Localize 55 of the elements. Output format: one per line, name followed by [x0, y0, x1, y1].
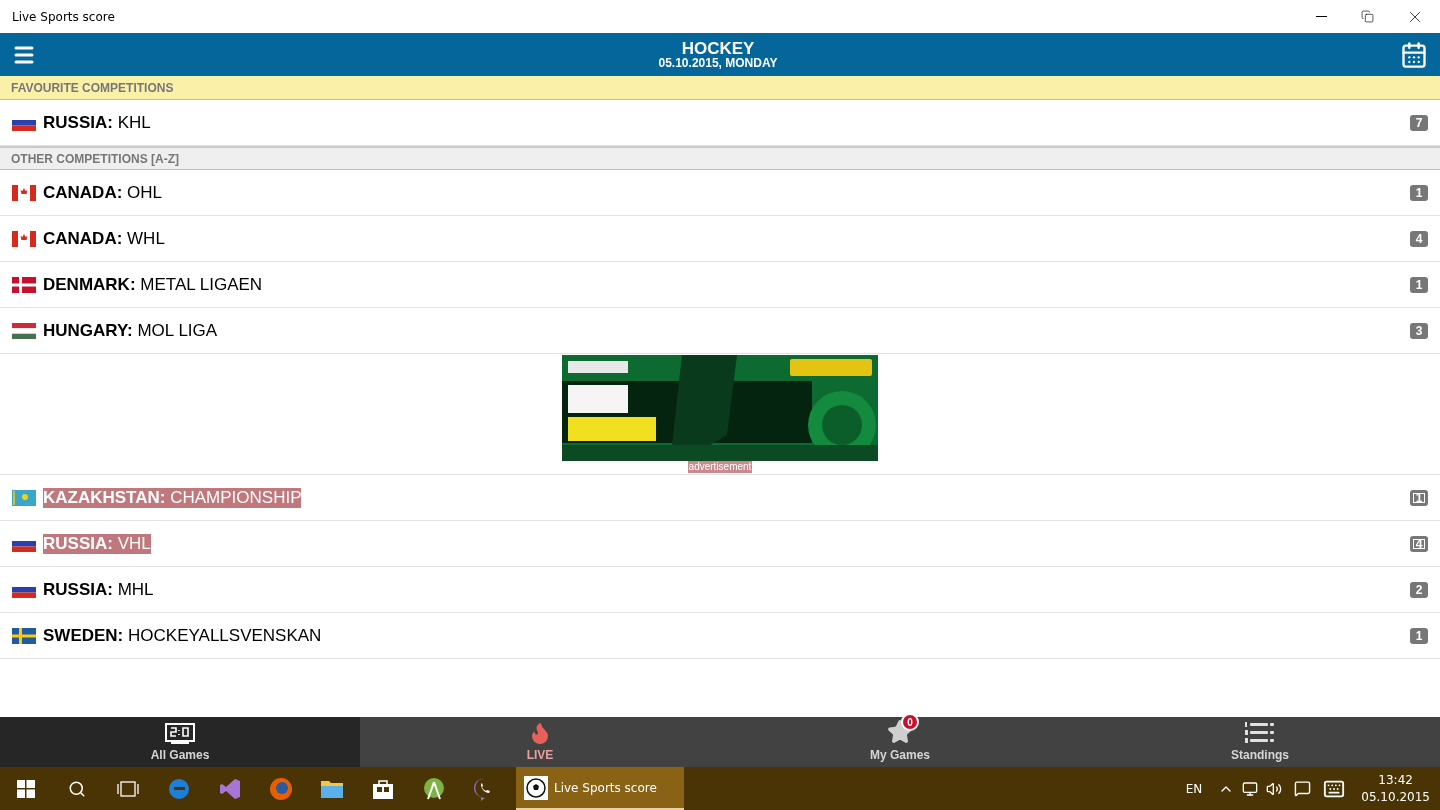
match-count: 7 — [1410, 114, 1428, 131]
language-indicator[interactable]: EN — [1185, 779, 1203, 798]
clock[interactable]: 13:42 05.10.2015 — [1361, 771, 1430, 806]
network-icon[interactable] — [1242, 780, 1259, 797]
windows-icon — [16, 779, 35, 798]
search-icon — [67, 779, 86, 798]
flag-icon — [12, 276, 36, 293]
flag-icon — [12, 489, 36, 506]
competition-name: RUSSIA: KHL — [43, 112, 151, 133]
taskbar-app-button[interactable]: Live Sports score — [516, 767, 684, 810]
calendar-button[interactable] — [1400, 40, 1428, 69]
standings-icon — [1245, 721, 1275, 745]
shopping-bag-icon — [371, 777, 394, 800]
infinity-icon — [217, 776, 242, 801]
advertisement-label: advertisement — [687, 461, 753, 473]
window-title: Live Sports score — [12, 8, 115, 26]
match-count: 2 — [1410, 581, 1428, 598]
competition-name: CANADA: WHL — [43, 228, 165, 249]
match-count: 4 — [1410, 230, 1428, 247]
competition-name: HUNGARY: MOL LIGA — [43, 320, 218, 341]
section-header: OTHER COMPETITIONS [A-Z] — [0, 146, 1440, 170]
task-view-icon — [116, 780, 139, 797]
count-badge: 0 — [901, 713, 919, 731]
bottom-tab[interactable]: LIVE — [360, 717, 720, 767]
competition-name: RUSSIA: VHL — [43, 533, 151, 554]
match-count: 1 — [1410, 184, 1428, 201]
competition-name: DENMARK: METAL LIGAEN — [43, 274, 263, 295]
volume-icon[interactable] — [1266, 780, 1283, 797]
header-date: 05.10.2015, MONDAY — [658, 57, 778, 69]
flag-icon — [12, 230, 36, 247]
bottom-tab[interactable]: All Games — [0, 717, 360, 767]
match-count: 1 — [1410, 627, 1428, 644]
bottom-tab[interactable]: Standings — [1080, 717, 1440, 767]
compass-icon — [421, 776, 446, 801]
minimize-icon — [1315, 16, 1327, 17]
section-header: FAVOURITE COMPETITIONS — [0, 76, 1440, 100]
flag-icon — [12, 627, 36, 644]
competition-name: CANADA: OHL — [43, 182, 163, 203]
competition-name: RUSSIA: MHL — [43, 579, 154, 600]
flag-icon — [12, 184, 36, 201]
bottom-tab[interactable]: 0 My Games — [720, 717, 1080, 767]
scoreboard-icon — [165, 723, 195, 745]
sport-title: HOCKEY — [681, 40, 755, 57]
competition-name: SWEDEN: HOCKEYALLSVENSKAN — [43, 625, 322, 646]
browser-icon — [167, 777, 190, 800]
calendar-icon — [1400, 40, 1428, 69]
competition-name: KAZAKHSTAN: CHAMPIONSHIP — [43, 487, 302, 508]
match-count: 1 — [1410, 276, 1428, 293]
restore-icon — [1360, 10, 1374, 23]
globe-icon — [268, 776, 293, 801]
notification-icon[interactable] — [1294, 780, 1312, 797]
folder-icon — [319, 778, 344, 799]
match-count: 3 — [1410, 322, 1428, 339]
soccer-ball-icon — [524, 775, 548, 800]
flag-icon — [12, 322, 36, 339]
